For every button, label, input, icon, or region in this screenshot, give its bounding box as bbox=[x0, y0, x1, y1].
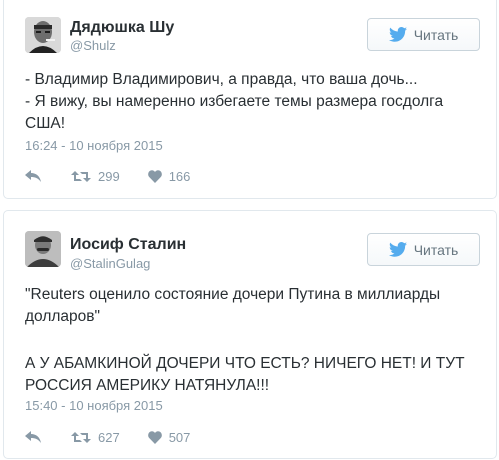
reply-icon bbox=[25, 170, 41, 182]
retweet-icon bbox=[71, 431, 91, 443]
retweet-button[interactable]: 627 bbox=[71, 430, 120, 445]
twitter-bird-icon bbox=[388, 27, 407, 42]
tweet-text-line: - Я вижу, вы намеренно избегаете темы ра… bbox=[25, 93, 444, 132]
follow-button[interactable]: Читать bbox=[367, 18, 480, 51]
user-handle[interactable]: @StalinGulag bbox=[70, 256, 150, 271]
tweet-text: - Владимир Владимирович, а правда, что в… bbox=[25, 69, 476, 135]
tweet-timestamp[interactable]: 15:40 - 10 ноября 2015 bbox=[25, 398, 163, 413]
tweet-text: "Reuters оценило состояние дочери Путина… bbox=[25, 284, 476, 397]
tweet-text-line: А У АБАМКИНОЙ ДОЧЕРИ ЧТО ЕСТЬ? НИЧЕГО НЕ… bbox=[25, 355, 465, 394]
user-handle[interactable]: @Shulz bbox=[70, 38, 116, 53]
like-button[interactable]: 507 bbox=[147, 429, 191, 445]
retweet-count: 299 bbox=[98, 168, 120, 184]
heart-icon bbox=[147, 430, 162, 444]
retweet-icon bbox=[71, 170, 91, 182]
reply-icon bbox=[25, 431, 41, 443]
tweet-text-line: - Владимир Владимирович, а правда, что в… bbox=[25, 71, 418, 88]
like-button[interactable]: 166 bbox=[147, 168, 191, 184]
tweet-actions: 299 166 bbox=[25, 166, 190, 186]
like-count: 507 bbox=[168, 429, 191, 445]
tweet-timestamp[interactable]: 16:24 - 10 ноября 2015 bbox=[25, 138, 163, 153]
tweet-card: Дядюшка Шу @Shulz Читать - Владимир Влад… bbox=[3, 0, 497, 199]
tweet-card: Иосиф Сталин @StalinGulag Читать "Reuter… bbox=[3, 210, 497, 459]
display-name[interactable]: Дядюшка Шу bbox=[70, 19, 174, 37]
twitter-bird-icon bbox=[388, 242, 407, 257]
avatar[interactable] bbox=[25, 231, 61, 267]
heart-icon bbox=[147, 169, 162, 183]
retweet-button[interactable]: 299 bbox=[71, 169, 120, 184]
follow-button[interactable]: Читать bbox=[367, 233, 480, 266]
like-count: 166 bbox=[168, 168, 191, 184]
retweet-count: 627 bbox=[98, 429, 120, 445]
follow-label: Читать bbox=[413, 241, 459, 258]
reply-button[interactable] bbox=[25, 170, 41, 182]
tweet-actions: 627 507 bbox=[25, 427, 190, 447]
tweet-text-line: "Reuters оценило состояние дочери Путина… bbox=[25, 286, 441, 325]
avatar[interactable] bbox=[25, 17, 61, 53]
reply-button[interactable] bbox=[25, 431, 41, 443]
follow-label: Читать bbox=[413, 26, 459, 43]
display-name[interactable]: Иосиф Сталин bbox=[70, 236, 186, 254]
